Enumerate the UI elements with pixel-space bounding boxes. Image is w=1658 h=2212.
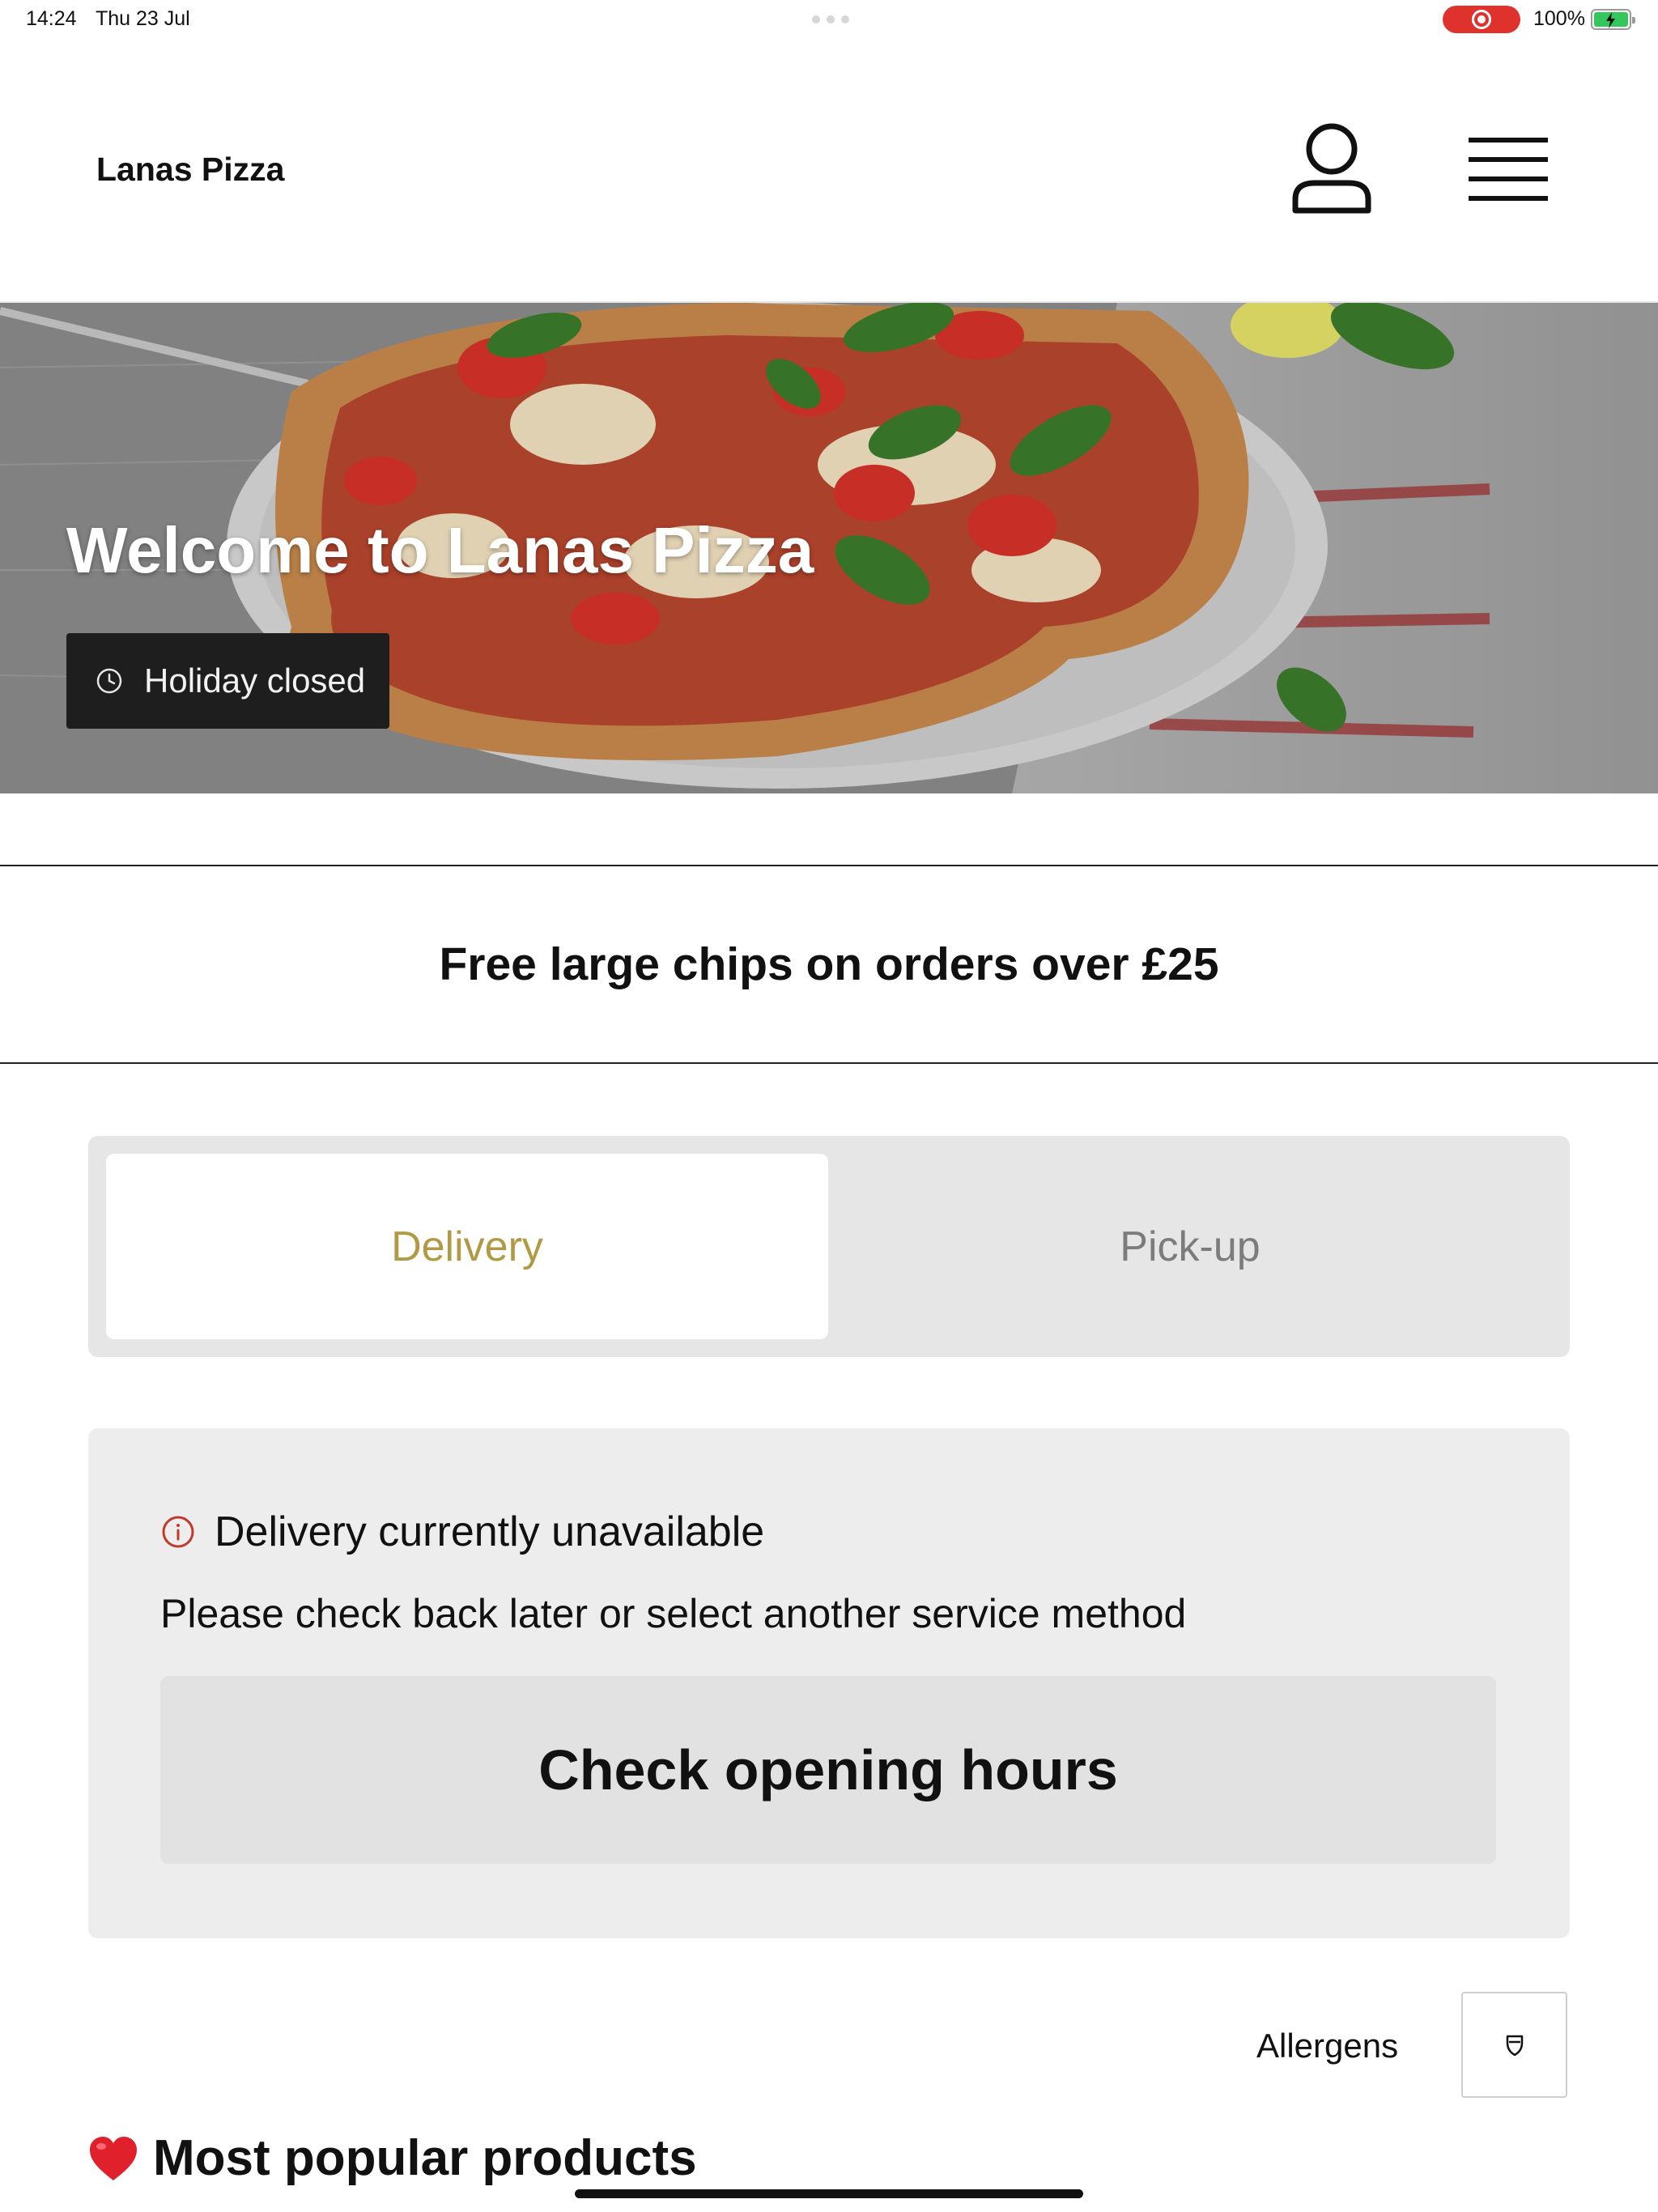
check-opening-hours-button[interactable]: Check opening hours — [160, 1676, 1496, 1864]
allergens-filter-button[interactable] — [1461, 1992, 1567, 2098]
battery-percent: 100% — [1533, 7, 1585, 30]
status-date: Thu 23 Jul — [96, 7, 190, 30]
promo-text: Free large chips on orders over £25 — [439, 938, 1219, 990]
hero-banner: Welcome to Lanas Pizza Holiday closed — [0, 303, 1658, 793]
delivery-unavailable-card: Delivery currently unavailable Please ch… — [88, 1428, 1570, 1938]
menu-button[interactable] — [1457, 128, 1559, 209]
heart-icon — [90, 2136, 137, 2180]
account-button[interactable] — [1287, 120, 1376, 217]
brand-name[interactable]: Lanas Pizza — [96, 151, 284, 189]
site-header: Lanas Pizza — [0, 39, 1658, 303]
allergens-label: Allergens — [1256, 2027, 1399, 2065]
clock-icon — [96, 668, 122, 694]
multitasking-dots-icon[interactable] — [812, 15, 849, 23]
shield-filter-icon — [1506, 2035, 1523, 2056]
hamburger-menu-icon — [1469, 138, 1548, 201]
info-icon — [162, 1516, 194, 1548]
store-status-label: Holiday closed — [144, 661, 366, 700]
section-title: Most popular products — [153, 2130, 697, 2186]
screen-recording-icon[interactable] — [1443, 6, 1520, 33]
hero-title: Welcome to Lanas Pizza — [66, 514, 814, 586]
pickup-option[interactable]: Pick-up — [829, 1154, 1551, 1339]
app-page: 14:24 Thu 23 Jul 100% Lanas Pizza Welcom… — [0, 0, 1658, 2212]
promo-banner: Free large chips on orders over £25 — [0, 865, 1658, 1064]
battery-icon — [1591, 9, 1635, 30]
notice-header: Delivery currently unavailable — [161, 1508, 764, 1556]
popular-products-heading: Most popular products — [88, 2129, 697, 2187]
notice-title: Delivery currently unavailable — [215, 1508, 765, 1555]
notice-body: Please check back later or select anothe… — [160, 1591, 1187, 1636]
store-status-badge: Holiday closed — [66, 633, 390, 729]
delivery-option[interactable]: Delivery — [106, 1154, 828, 1339]
status-time: 14:24 — [26, 7, 77, 30]
user-icon — [1292, 123, 1371, 214]
service-method-toggle: Delivery Pick-up — [88, 1136, 1570, 1357]
status-bar: 14:24 Thu 23 Jul 100% — [0, 0, 1658, 39]
home-indicator[interactable] — [575, 2189, 1083, 2198]
